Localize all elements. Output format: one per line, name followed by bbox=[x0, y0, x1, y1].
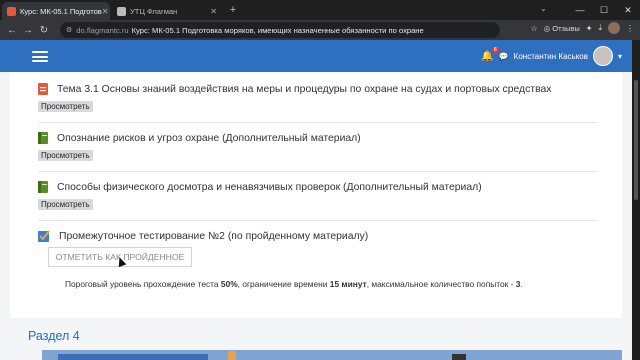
extensions-icon[interactable]: ✦ bbox=[586, 24, 593, 33]
activity-link[interactable]: Промежуточное тестирование №2 (по пройде… bbox=[59, 231, 368, 242]
messages-icon[interactable]: 💬 bbox=[499, 52, 509, 61]
reviews-label: Отзывы bbox=[552, 23, 580, 33]
view-button[interactable]: Просмотреть bbox=[38, 150, 93, 161]
activity-item: Опознание рисков и угроз охране (Дополни… bbox=[38, 131, 598, 163]
divider bbox=[38, 122, 598, 123]
book-icon bbox=[38, 181, 48, 193]
notifications-icon[interactable]: 🔔 8 bbox=[481, 46, 499, 62]
quiz-threshold: 50% bbox=[220, 279, 238, 289]
divider bbox=[38, 171, 598, 172]
quiz-time-limit: 15 минут bbox=[329, 279, 367, 289]
activity-link[interactable]: Способы физического досмотра и ненавязчи… bbox=[57, 182, 482, 193]
page-content: Тема 3.1 Основы знаний воздействия на ме… bbox=[0, 72, 632, 360]
browser-toolbar: ← → ↻ ⚙ do.flagmantc.ru Курс: МК-05.1 По… bbox=[0, 20, 640, 40]
browser-tab-flagman[interactable]: УТЦ Флагман ✕ bbox=[112, 2, 222, 20]
chevron-down-icon[interactable]: ▾ bbox=[618, 52, 622, 61]
pdf-file-icon bbox=[38, 83, 48, 95]
user-menu: 🔔 8 💬 Константин Каськов ▾ bbox=[481, 46, 622, 66]
tab-search-icon[interactable]: ⌄ bbox=[540, 4, 547, 13]
quiz-info-suffix: , максимальное количество попыток - bbox=[366, 279, 516, 289]
view-button[interactable]: Просмотреть bbox=[38, 199, 93, 210]
quiz-icon bbox=[38, 230, 50, 242]
address-bar[interactable]: ⚙ do.flagmantc.ru Курс: МК-05.1 Подготов… bbox=[60, 22, 500, 38]
activity-item: Промежуточное тестирование №2 (по пройде… bbox=[38, 229, 598, 243]
maximize-icon[interactable]: ☐ bbox=[592, 0, 616, 20]
address-domain: do.flagmantc.ru bbox=[76, 25, 129, 35]
divider bbox=[38, 220, 598, 221]
reviews-icon: ◎ bbox=[543, 23, 551, 33]
notification-badge: 8 bbox=[491, 46, 499, 54]
menu-icon[interactable]: ⋮ bbox=[626, 24, 634, 33]
quiz-info-middle: , ограничение времени bbox=[237, 279, 330, 289]
quiz-info-text: Пороговый уровень прохождение теста 50%,… bbox=[65, 279, 523, 289]
activity-link[interactable]: Тема 3.1 Основы знаний воздействия на ме… bbox=[57, 84, 551, 95]
activity-link[interactable]: Опознание рисков и угроз охране (Дополни… bbox=[57, 133, 361, 144]
section-banner-image bbox=[42, 350, 622, 360]
new-tab-button[interactable]: + bbox=[226, 3, 240, 17]
minimize-icon[interactable]: — bbox=[568, 0, 592, 20]
forward-icon[interactable]: → bbox=[20, 25, 36, 36]
activity-item: Способы физического досмотра и ненавязчи… bbox=[38, 180, 598, 212]
bookmark-icon[interactable]: ☆ bbox=[531, 24, 538, 33]
site-info-icon[interactable]: ⚙ bbox=[66, 26, 72, 34]
site-favicon-icon bbox=[7, 6, 16, 16]
user-name[interactable]: Константин Каськов bbox=[514, 52, 588, 61]
reload-icon[interactable]: ↻ bbox=[36, 25, 52, 36]
window-controls: — ☐ ✕ bbox=[568, 0, 640, 20]
reviews-button[interactable]: ◎ Отзывы bbox=[544, 24, 580, 33]
quiz-info-prefix: Пороговый уровень прохождение теста bbox=[65, 279, 221, 289]
book-icon bbox=[38, 132, 48, 144]
site-header: 🔔 8 💬 Константин Каськов ▾ bbox=[0, 40, 632, 72]
scrollbar-thumb[interactable] bbox=[634, 80, 638, 200]
view-button[interactable]: Просмотреть bbox=[38, 101, 93, 112]
section-title[interactable]: Раздел 4 bbox=[28, 329, 80, 343]
tab-title: Курс: МК-05.1 Подготов bbox=[20, 6, 102, 16]
browser-tab-course[interactable]: Курс: МК-05.1 Подготов ✕ bbox=[2, 2, 110, 20]
back-icon[interactable]: ← bbox=[4, 25, 20, 36]
page-scrollbar[interactable] bbox=[632, 40, 640, 360]
address-page-title: Курс: МК-05.1 Подготовка моряков, имеющи… bbox=[131, 25, 424, 35]
close-window-icon[interactable]: ✕ bbox=[616, 0, 640, 20]
close-tab-icon[interactable]: ✕ bbox=[102, 7, 109, 16]
profile-avatar[interactable] bbox=[608, 22, 620, 34]
site-favicon-icon bbox=[117, 6, 126, 16]
toolbar-actions: ☆ ◎ Отзывы ✦ ⤓ ⋮ bbox=[531, 22, 634, 34]
close-tab-icon[interactable]: ✕ bbox=[210, 7, 217, 16]
browser-tab-strip: Курс: МК-05.1 Подготов ✕ УТЦ Флагман ✕ +… bbox=[0, 0, 640, 20]
tab-title: УТЦ Флагман bbox=[130, 6, 178, 16]
downloads-icon[interactable]: ⤓ bbox=[598, 23, 602, 33]
activity-item: Тема 3.1 Основы знаний воздействия на ме… bbox=[38, 82, 598, 114]
quiz-info-end: . bbox=[520, 279, 523, 289]
user-avatar[interactable] bbox=[592, 46, 613, 66]
hamburger-menu-icon[interactable] bbox=[32, 51, 48, 62]
